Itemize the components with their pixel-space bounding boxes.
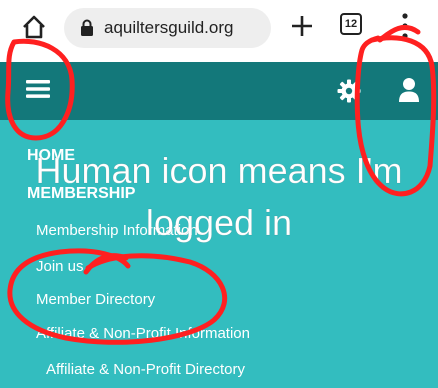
screen: aquiltersguild.org 12 HOME MEMBERSHIP Me… (0, 0, 438, 388)
gear-icon[interactable] (337, 79, 361, 103)
annotation-caption-line1: Human icon means I'm (35, 150, 403, 192)
kebab-menu-icon[interactable] (400, 12, 410, 40)
new-tab-plus-icon[interactable] (290, 14, 314, 38)
address-bar[interactable]: aquiltersguild.org (64, 8, 271, 48)
browser-toolbar: aquiltersguild.org 12 (0, 0, 438, 62)
hamburger-menu-icon[interactable] (26, 79, 50, 99)
nav-item-affiliate-directory[interactable]: Affiliate & Non-Profit Directory (46, 361, 245, 378)
url-text: aquiltersguild.org (104, 18, 234, 37)
home-icon[interactable] (21, 14, 47, 40)
nav-item-affiliate-information[interactable]: Affiliate & Non-Profit Information (36, 325, 250, 342)
nav-item-member-directory[interactable]: Member Directory (36, 291, 155, 308)
site-top-nav (0, 62, 438, 120)
tabs-count-icon[interactable]: 12 (340, 13, 362, 35)
annotation-caption-line2: logged in (145, 202, 293, 244)
lock-icon (81, 19, 93, 36)
user-account-icon[interactable] (398, 77, 420, 103)
nav-item-join-us[interactable]: Join us (36, 258, 84, 275)
